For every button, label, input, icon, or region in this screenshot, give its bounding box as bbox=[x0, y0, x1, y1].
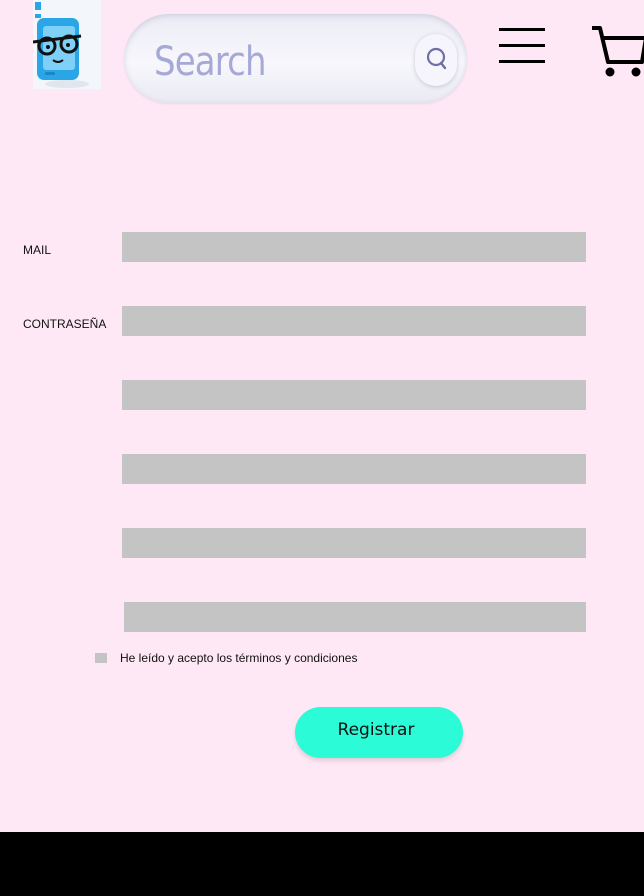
register-button[interactable]: Registrar bbox=[295, 707, 463, 758]
register-button-label: Registrar bbox=[337, 720, 415, 740]
search-bar[interactable]: Search bbox=[124, 14, 467, 103]
search-button[interactable] bbox=[415, 34, 457, 86]
footer bbox=[0, 832, 644, 896]
phone-mascot-icon bbox=[33, 0, 101, 89]
hamburger-menu-icon bbox=[499, 28, 545, 63]
shopping-cart-icon bbox=[592, 26, 644, 77]
form-field-5[interactable] bbox=[122, 528, 586, 558]
terms-checkbox[interactable] bbox=[95, 653, 107, 663]
form-field-3[interactable] bbox=[122, 380, 586, 410]
mail-label: MAIL bbox=[23, 243, 52, 257]
menu-button[interactable] bbox=[498, 26, 546, 66]
search-icon bbox=[426, 47, 447, 70]
search-input[interactable]: Search bbox=[154, 38, 267, 86]
password-field[interactable] bbox=[122, 306, 586, 336]
form-field-4[interactable] bbox=[122, 454, 586, 484]
form-field-6[interactable] bbox=[124, 602, 586, 632]
logo[interactable] bbox=[33, 0, 101, 89]
mail-field[interactable] bbox=[122, 232, 586, 262]
terms-label: He leído y acepto los términos y condici… bbox=[120, 651, 358, 665]
cart-button[interactable] bbox=[590, 24, 644, 80]
password-label: CONTRASEÑA bbox=[23, 317, 107, 331]
